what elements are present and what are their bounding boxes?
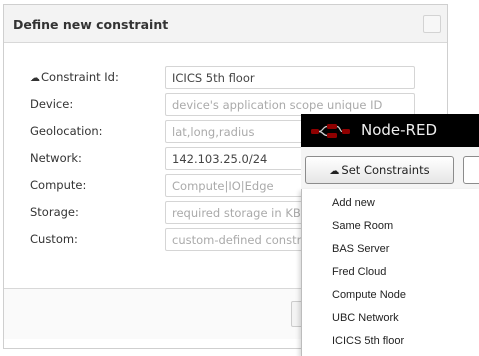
dialog-titlebar: Define new constraint [4, 5, 447, 43]
menu-item-add-new[interactable]: Add new [332, 193, 375, 213]
menu-item-icics-5th-floor[interactable]: ICICS 5th floor [332, 331, 404, 351]
constraint-id-input[interactable] [165, 66, 415, 89]
network-label: Network: [30, 151, 82, 165]
menu-item-same-room[interactable]: Same Room [332, 216, 393, 236]
menu-item-ubc-network[interactable]: UBC Network [332, 308, 399, 328]
constraints-dropdown-menu: Add new Same Room BAS Server Fred Cloud … [301, 189, 479, 356]
cloud-icon: ☁ [30, 73, 40, 84]
geolocation-label: Geolocation: [30, 124, 103, 138]
menu-item-bas-server[interactable]: BAS Server [332, 239, 389, 259]
device-label: Device: [30, 97, 74, 111]
device-input[interactable] [165, 93, 415, 116]
dialog-title-button[interactable] [423, 15, 441, 33]
dialog-title: Define new constraint [13, 17, 169, 32]
constraint-id-label: Constraint Id: [41, 70, 119, 84]
compute-label: Compute: [30, 178, 87, 192]
node-red-toolbar: ☁ Set Constraints [301, 147, 479, 190]
node-red-header: Node-RED [301, 114, 479, 147]
set-constraints-label: Set Constraints [341, 163, 430, 177]
device-row: Device: [30, 93, 425, 116]
constraint-id-row: ☁Constraint Id: [30, 66, 425, 89]
set-constraints-button[interactable]: ☁ Set Constraints [305, 156, 454, 184]
cloud-icon: ☁ [329, 166, 340, 177]
custom-label: Custom: [30, 232, 78, 246]
node-red-title: Node-RED [361, 121, 438, 139]
node-red-logo-icon [311, 124, 350, 138]
menu-item-fred-cloud[interactable]: Fred Cloud [332, 262, 386, 282]
menu-item-compute-node[interactable]: Compute Node [332, 285, 406, 305]
storage-label: Storage: [30, 205, 79, 219]
toolbar-button[interactable] [463, 156, 479, 184]
